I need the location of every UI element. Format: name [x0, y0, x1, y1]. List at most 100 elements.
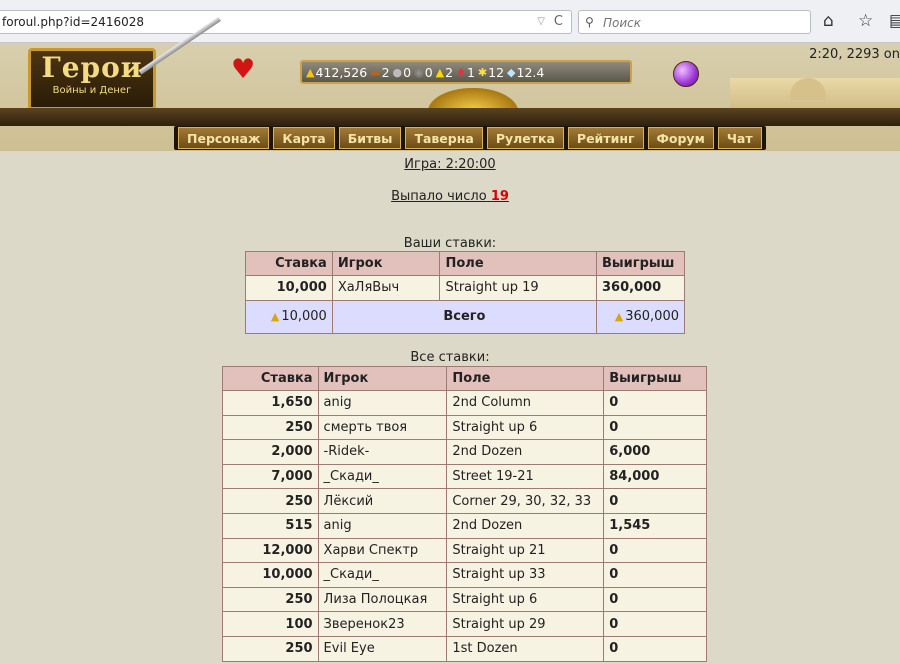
gold-icon: ▲	[270, 310, 280, 324]
home-icon[interactable]: ⌂	[823, 11, 834, 31]
total-row: ▲ 10,000 Всего ▲ 360,000	[245, 299, 685, 334]
bet-stake: 250	[222, 414, 319, 441]
table-row: 10,000 _Скади_ Straight up 33 0	[222, 562, 707, 588]
game-link-row: Игра: 2:20:00	[0, 157, 900, 172]
health-heart-icon[interactable]: ♥	[231, 55, 255, 85]
game-time-link[interactable]: Игра: 2:20:00	[404, 157, 495, 172]
header-trim	[0, 108, 900, 126]
table-header-row: Ставка Игрок Поле Выигрыш	[222, 366, 707, 391]
bet-win: 0	[603, 488, 707, 514]
bet-field: 2nd Dozen	[446, 512, 605, 539]
bet-player: Лиза Полоцкая	[317, 586, 448, 613]
resource-wood: ▬ 2	[370, 64, 390, 80]
url-dropdown-icon[interactable]: ▽	[537, 11, 545, 33]
bet-win: 0	[603, 562, 707, 588]
bet-field: Straight up 29	[446, 611, 605, 637]
table-row: 1,650 anig 2nd Column 0	[222, 390, 707, 416]
table-row: 250 смерть твоя Straight up 60	[222, 414, 707, 441]
total-stake: ▲ 10,000	[245, 299, 333, 334]
result-row: Выпало число 19	[0, 189, 900, 204]
bet-field: Straight up 33	[446, 562, 605, 588]
bet-player: anig	[317, 390, 448, 416]
nav-chat[interactable]: Чат	[717, 127, 762, 149]
nav-battles[interactable]: Битвы	[338, 127, 402, 149]
nav-tavern[interactable]: Таверна	[405, 127, 483, 149]
bet-win: 0	[603, 390, 707, 416]
table-row: 10,000 ХаЛяВыч Straight up 19 360,000	[245, 275, 685, 301]
bookmarks-menu-icon[interactable]: ▤	[889, 11, 900, 31]
bet-stake: 250	[222, 488, 319, 514]
result-label: Выпало число	[391, 189, 487, 204]
nav-roulette[interactable]: Рулетка	[486, 127, 564, 149]
bet-stake: 250	[222, 635, 319, 662]
table-row: 250 Evil Eye 1st Dozen 0	[222, 635, 707, 662]
bet-win: 0	[603, 586, 707, 613]
bet-field: 1st Dozen	[446, 635, 605, 662]
bet-win: 84,000	[603, 463, 707, 490]
bet-win: 0	[603, 414, 707, 441]
bet-field: Straight up 19	[439, 275, 598, 301]
column-header-win: Выигрыш	[596, 251, 685, 276]
column-header-player: Игрок	[317, 366, 448, 391]
nav-forum[interactable]: Форум	[647, 127, 714, 149]
logo-subtitle: Войны и Денег	[52, 85, 132, 96]
bookmark-star-icon[interactable]: ☆	[858, 11, 873, 31]
bet-player: _Скади_	[317, 562, 448, 588]
nav-rating[interactable]: Рейтинг	[567, 127, 644, 149]
diamond-icon: ◆	[507, 65, 516, 79]
bet-stake: 12,000	[222, 537, 319, 564]
table-row: 100 Зверенок23 Straight up 29 0	[222, 611, 707, 637]
bet-field: Straight up 6	[446, 586, 605, 613]
table-row: 250 Лёксий Corner 29, 30, 32, 33 0	[222, 488, 707, 514]
bet-stake: 250	[222, 586, 319, 613]
nav-map[interactable]: Карта	[273, 127, 335, 149]
gold-icon: ▲	[614, 310, 624, 324]
mercury-icon: ◉	[414, 65, 424, 79]
bet-player: Лёксий	[317, 488, 448, 514]
bet-win: 360,000	[596, 275, 685, 301]
bet-win: 1,545	[603, 512, 707, 539]
mana-potion-icon[interactable]	[673, 61, 699, 87]
nav-character[interactable]: Персонаж	[178, 127, 270, 149]
search-bar[interactable]: ⚲	[578, 10, 811, 34]
column-header-field: Поле	[439, 251, 598, 276]
all-bets-body: 1,650 anig 2nd Column 0 250 смерть твоя Straig…	[222, 390, 707, 662]
ore-icon: ●	[392, 65, 403, 79]
bet-field: 2nd Dozen	[446, 439, 605, 465]
search-input[interactable]	[601, 13, 805, 33]
reload-icon[interactable]: C	[554, 11, 563, 33]
total-win: ▲ 360,000	[596, 299, 685, 334]
bet-win: 0	[603, 537, 707, 564]
bet-player: смерть твоя	[317, 414, 448, 441]
address-bar[interactable]: foroul.php?id=2416028 ▽ C	[0, 10, 572, 34]
column-header-stake: Ставка	[222, 366, 319, 391]
table-row: 7,000 _Скади_ Street 19-21 84,000	[222, 463, 707, 490]
sulfur-icon: ▲	[435, 65, 445, 79]
bet-stake: 7,000	[222, 463, 319, 490]
bet-stake: 2,000	[222, 439, 319, 465]
bet-stake: 100	[222, 611, 319, 637]
bet-player: Харви Спектр	[317, 537, 448, 564]
gems-icon: ✱	[477, 65, 488, 79]
resource-diamonds: ◆ 12.4	[507, 64, 545, 80]
bet-player: anig	[317, 512, 448, 539]
resource-mercury: ◉ 0	[414, 64, 433, 80]
result-link[interactable]: Выпало число 19	[391, 189, 509, 204]
my-bets-table: Ставка Игрок Поле Выигрыш 10,000 ХаЛяВыч…	[245, 251, 685, 334]
table-row: 250 Лиза Полоцкая Straight up 60	[222, 586, 707, 613]
bet-player: Evil Eye	[317, 635, 448, 662]
all-bets-caption: Все ставки:	[410, 350, 490, 365]
table-header-row: Ставка Игрок Поле Выигрыш	[245, 251, 685, 276]
bet-player: -Ridek-	[317, 439, 448, 465]
bet-win: 6,000	[603, 439, 707, 465]
result-number: 19	[490, 189, 509, 204]
column-header-player: Игрок	[331, 251, 441, 276]
resource-ore: ● 0	[392, 64, 412, 80]
game-logo[interactable]: Герои Войны и Денег	[28, 48, 156, 110]
table-row: 515 anig 2nd Dozen 1,545	[222, 512, 707, 539]
resource-gems: ✱ 12	[477, 64, 505, 80]
main-nav: Персонаж Карта Битвы Таверна Рулетка Рей…	[174, 126, 766, 150]
resource-sulfur: ▲ 2	[435, 64, 454, 80]
browser-toolbar: foroul.php?id=2416028 ▽ C ⚲ ⌂ ☆ ▤	[0, 0, 900, 43]
address-bar-url[interactable]: foroul.php?id=2416028	[2, 15, 144, 29]
